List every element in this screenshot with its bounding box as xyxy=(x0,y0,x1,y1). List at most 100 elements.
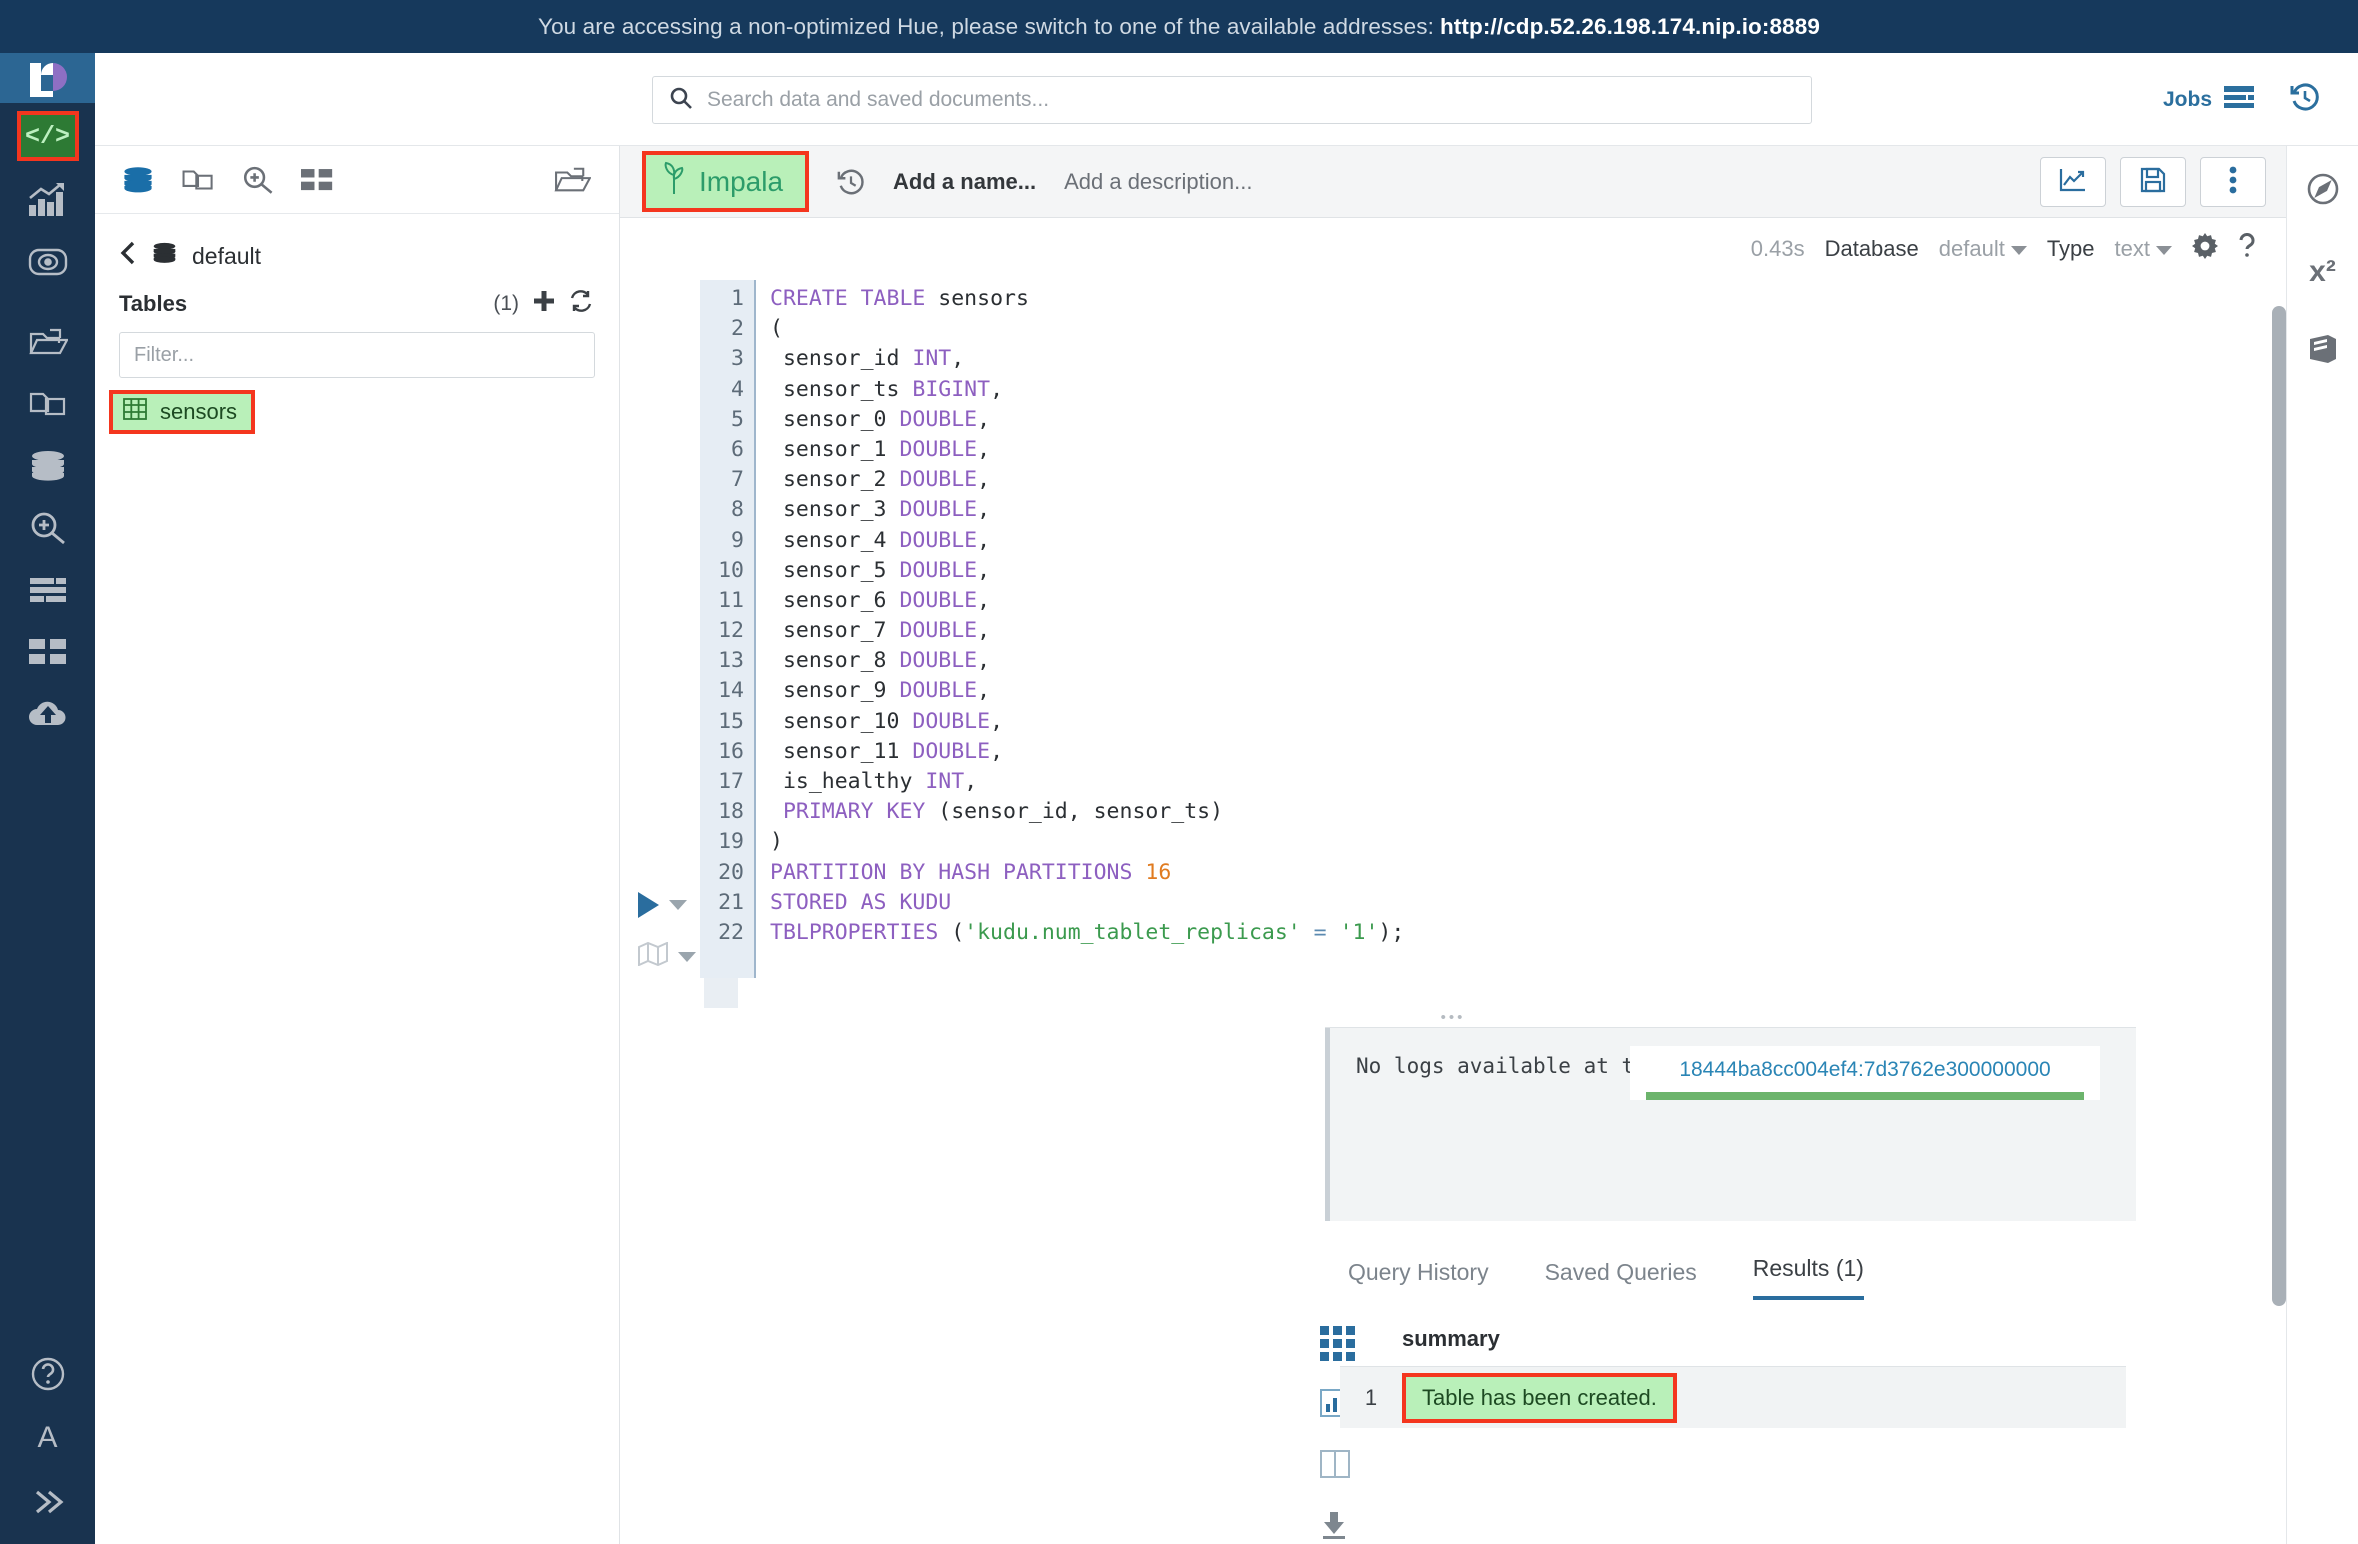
impala-leaf-icon xyxy=(662,161,686,202)
copy-pages-icon xyxy=(28,388,68,420)
query-description-field[interactable]: Add a description... xyxy=(1064,169,1252,195)
sidebar-item-editor[interactable]: </> xyxy=(0,103,95,169)
results-view-rail xyxy=(620,1326,1378,1544)
assist-tab-search[interactable] xyxy=(241,165,275,195)
database-label: Database xyxy=(1824,236,1919,261)
code-editor[interactable]: 1 2 3 4 5 6 7 8 9 10 11 12 13 14 15 16 17 18 19 20 21 22 CREA… xyxy=(620,280,2286,979)
code-icon: </> xyxy=(16,111,79,161)
tab-saved-queries[interactable]: Saved Queries xyxy=(1545,1259,1697,1300)
zoom-in-icon xyxy=(28,511,68,545)
sidebar-table-sensors[interactable]: sensors xyxy=(109,390,256,434)
play-triangle-icon xyxy=(638,892,659,918)
query-map-button[interactable] xyxy=(638,941,696,971)
list-rows-icon xyxy=(28,577,68,603)
chevron-down-icon[interactable] xyxy=(678,951,696,962)
assist-tab-apps[interactable] xyxy=(301,168,333,192)
jobs-list-icon xyxy=(2224,85,2254,115)
double-chevron-right-icon xyxy=(29,1487,67,1517)
sidebar-item-upload[interactable] xyxy=(0,683,95,745)
sidebar-item-help[interactable] xyxy=(0,1342,95,1406)
book-icon[interactable] xyxy=(2306,333,2340,370)
plus-icon[interactable] xyxy=(533,290,555,318)
search-icon xyxy=(669,86,693,115)
sidebar-item-documents[interactable] xyxy=(0,311,95,373)
vertical-dots-icon xyxy=(2229,166,2237,199)
database-stack-icon xyxy=(151,241,178,271)
right-rail: x² xyxy=(2286,146,2358,1544)
sidebar-item-tables-list[interactable] xyxy=(0,559,95,621)
table-filter[interactable] xyxy=(95,324,619,378)
editor-history-icon[interactable] xyxy=(837,168,865,196)
sidebar-item-databases[interactable] xyxy=(0,435,95,497)
cloud-upload-icon xyxy=(27,700,69,728)
tables-count: (1) xyxy=(493,292,519,315)
cell-summary: Table has been created. xyxy=(1402,1372,1677,1423)
chart-button[interactable] xyxy=(2040,157,2106,207)
assist-panel: default Tables (1) Filter... sensors xyxy=(95,146,620,1544)
cursor-line xyxy=(704,978,738,1008)
panel-splitter[interactable]: ••• xyxy=(620,1008,2286,1028)
compass-icon[interactable] xyxy=(2306,172,2340,211)
search-input[interactable] xyxy=(707,88,1795,112)
history-clock-icon[interactable] xyxy=(2290,82,2320,117)
refresh-icon[interactable] xyxy=(569,290,593,318)
floppy-disk-icon xyxy=(2140,167,2166,198)
query-meta-row: 0.43s Database default Type text xyxy=(620,218,2286,280)
notification-banner: You are accessing a non-optimized Hue, p… xyxy=(0,0,2358,53)
sidebar-item-language[interactable]: A xyxy=(0,1406,95,1470)
sidebar-item-apps-grid[interactable] xyxy=(0,621,95,683)
query-name-field[interactable]: Add a name... xyxy=(893,169,1036,195)
banner-message: You are accessing a non-optimized Hue, p… xyxy=(538,13,1434,39)
table-name: sensors xyxy=(160,399,238,424)
tab-results[interactable]: Results (1) xyxy=(1752,1255,1864,1300)
assist-tab-sources[interactable] xyxy=(121,166,155,194)
chevron-down-icon[interactable] xyxy=(669,900,687,910)
engine-tab-impala[interactable]: Impala xyxy=(642,151,810,212)
logs-panel: No logs available at this moment. 18444b… xyxy=(1325,1028,2136,1221)
assist-tabs xyxy=(95,146,619,214)
tables-header: Tables (1) xyxy=(95,280,619,324)
assist-tab-functions[interactable] xyxy=(553,165,591,195)
database-selector[interactable]: default xyxy=(1939,236,2027,262)
query-id-link[interactable]: 18444ba8cc004ef4:7d3762e300000000 xyxy=(1646,1058,2084,1082)
sidebar-item-browser[interactable] xyxy=(0,231,95,293)
save-button[interactable] xyxy=(2120,157,2186,207)
jobs-link[interactable]: Jobs xyxy=(2163,85,2254,115)
grid-squares-icon xyxy=(28,639,67,665)
line-chart-icon xyxy=(2059,167,2087,198)
question-mark-icon[interactable] xyxy=(2238,233,2256,265)
sidebar-item-collapse[interactable] xyxy=(0,1470,95,1534)
global-search[interactable] xyxy=(652,76,1812,124)
bar-chart-trend-icon xyxy=(28,183,68,217)
question-circle-icon xyxy=(30,1356,66,1392)
assist-tab-documents[interactable] xyxy=(181,166,215,194)
folder-open-icon xyxy=(28,326,68,358)
letter-a-icon: A xyxy=(37,1421,58,1454)
query-progress-bar xyxy=(1646,1092,2084,1101)
breadcrumb-database-name[interactable]: default xyxy=(192,243,261,270)
table-row[interactable]: 1 Table has been created. xyxy=(1340,1366,2126,1428)
top-bar: Jobs xyxy=(95,53,2358,146)
editor-scrollbar[interactable] xyxy=(2272,306,2286,1336)
sql-code[interactable]: CREATE TABLE sensors( sensor_id INT, sen… xyxy=(756,280,1404,978)
table-grid-icon xyxy=(123,398,147,426)
hue-logo[interactable] xyxy=(0,53,95,103)
gear-icon[interactable] xyxy=(2192,233,2218,265)
more-button[interactable] xyxy=(2200,157,2266,207)
type-selector[interactable]: text xyxy=(2115,236,2172,262)
row-index: 1 xyxy=(1364,1384,1378,1410)
chevron-left-icon[interactable] xyxy=(119,240,137,272)
breadcrumb: default xyxy=(95,214,619,280)
line-numbers: 1 2 3 4 5 6 7 8 9 10 11 12 13 14 15 16 17 18 19 20 21 22 xyxy=(700,280,756,979)
x-squared-icon[interactable]: x² xyxy=(2309,255,2336,289)
sidebar-item-copy-documents[interactable] xyxy=(0,373,95,435)
execute-query-button[interactable] xyxy=(638,892,687,918)
editor-panel: Impala Add a name... Add a description..… xyxy=(620,146,2286,1544)
banner-url[interactable]: http://cdp.52.26.198.174.nip.io:8889 xyxy=(1440,14,1820,40)
tab-query-history[interactable]: Query History xyxy=(1348,1259,1489,1300)
sidebar-item-search[interactable] xyxy=(0,497,95,559)
table-filter-input[interactable] xyxy=(119,332,595,378)
sidebar-item-dashboard[interactable] xyxy=(0,169,95,231)
query-duration: 0.43s xyxy=(1750,236,1805,261)
engine-tab-label: Impala xyxy=(699,165,784,197)
